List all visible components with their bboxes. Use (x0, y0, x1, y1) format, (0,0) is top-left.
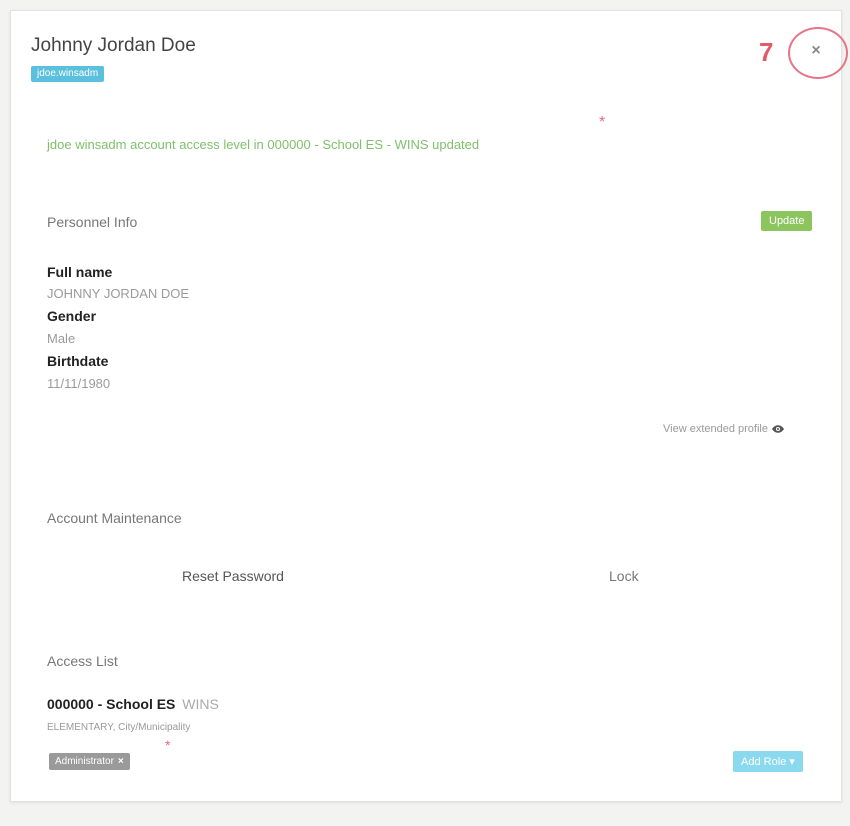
role-label: Administrator (55, 756, 114, 767)
birthdate-label: Birthdate (47, 353, 109, 369)
add-role-button[interactable]: Add Role ▾ (733, 751, 803, 772)
gender-label: Gender (47, 308, 97, 324)
close-icon: × (811, 42, 821, 59)
role-badge: Administrator × (49, 753, 130, 770)
reset-password-button[interactable]: Reset Password (182, 568, 284, 584)
username-badge: jdoe.winsadm (31, 66, 105, 82)
annotation-star: * (165, 737, 171, 753)
annotation-star: * (599, 114, 606, 131)
remove-role-icon[interactable]: × (118, 756, 124, 767)
account-maintenance-title: Account Maintenance (47, 510, 182, 526)
eye-icon (771, 425, 784, 433)
account-modal: Johnny Jordan Doe jdoe.winsadm 7 × * jdo… (10, 10, 848, 802)
full-name-label: Full name (47, 264, 113, 280)
school-name: 000000 - School ES (47, 696, 176, 712)
view-extended-profile-link[interactable]: View extended profile (663, 423, 784, 435)
view-extended-profile-label: View extended profile (663, 423, 768, 435)
update-button[interactable]: Update (761, 211, 813, 231)
page-title: Johnny Jordan Doe (31, 35, 196, 56)
annotation-number: 7 (759, 37, 774, 67)
success-alert: jdoe winsadm account access level in 000… (47, 137, 480, 152)
gender-value: Male (47, 331, 76, 346)
access-list-title: Access List (47, 653, 118, 669)
close-button[interactable]: × (797, 38, 835, 64)
full-name-value: JOHNNY JORDAN DOE (47, 286, 190, 301)
school-tag: WINS (182, 696, 219, 712)
lock-button[interactable]: Lock (609, 568, 639, 584)
school-subtitle: ELEMENTARY, City/Municipality (47, 722, 191, 733)
birthdate-value: 11/11/1980 (47, 376, 111, 391)
school-heading: 000000 - School ES WINS (47, 696, 219, 712)
personnel-info-title: Personnel Info (47, 214, 138, 230)
